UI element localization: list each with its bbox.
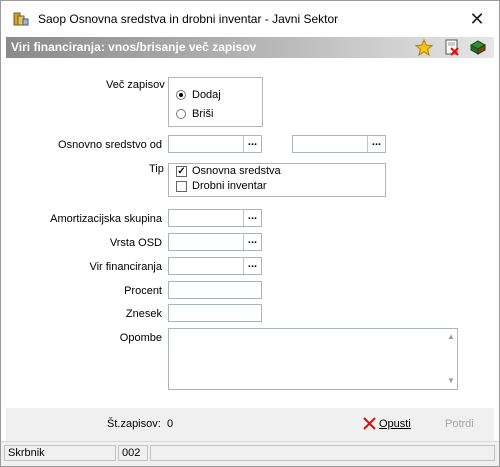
add-radio[interactable] bbox=[176, 90, 186, 100]
small-inventory-checkbox[interactable] bbox=[176, 181, 187, 192]
mode-group bbox=[168, 77, 263, 127]
osd-type-lookup-button[interactable]: ... bbox=[243, 234, 261, 250]
form-header: Viri financiranja: vnos/brisanje več zap… bbox=[6, 37, 494, 58]
status-bar: Skrbnik 002 bbox=[1, 441, 499, 466]
confirm-button[interactable]: Potrdi bbox=[445, 418, 474, 430]
app-icon bbox=[13, 12, 29, 26]
delete-radio[interactable] bbox=[176, 109, 186, 119]
amort-group-label: Amortizacijska skupina bbox=[50, 213, 162, 225]
cancel-button[interactable]: Opusti bbox=[379, 418, 411, 430]
amort-group-field[interactable]: ... bbox=[168, 209, 262, 227]
scroll-up-icon[interactable]: ▲ bbox=[444, 330, 458, 344]
multi-record-label: Več zapisov bbox=[106, 79, 165, 91]
dialog-window: Saop Osnovna sredstva in drobni inventar… bbox=[0, 0, 500, 467]
amount-label: Znesek bbox=[125, 308, 162, 320]
funding-source-lookup-button[interactable]: ... bbox=[243, 258, 261, 274]
osd-type-label: Vrsta OSD bbox=[109, 237, 162, 249]
cancel-icon[interactable] bbox=[363, 417, 376, 430]
scroll-down-icon[interactable]: ▼ bbox=[444, 374, 458, 388]
asset-from-label: Osnovno sredstvo od bbox=[58, 139, 162, 151]
records-count: 0 bbox=[167, 418, 174, 430]
footer-bar: Št.zapisov: 0 Opusti Potrdi bbox=[6, 408, 494, 441]
funding-source-field[interactable]: ... bbox=[168, 257, 262, 275]
notes-label: Opombe bbox=[119, 332, 162, 344]
amort-group-lookup-button[interactable]: ... bbox=[243, 210, 261, 226]
book-icon[interactable] bbox=[469, 39, 487, 56]
type-label: Tip bbox=[149, 163, 164, 175]
status-code: 002 bbox=[118, 445, 148, 461]
add-radio-label[interactable]: Dodaj bbox=[192, 89, 221, 101]
asset-to-lookup-button[interactable]: ... bbox=[367, 136, 385, 152]
asset-from-field[interactable]: ... bbox=[168, 135, 262, 153]
notes-textarea[interactable]: ▲ ▼ bbox=[168, 328, 458, 390]
amount-field[interactable] bbox=[168, 304, 262, 322]
form-area: Več zapisov Dodaj Briši Osnovno sredstvo… bbox=[6, 58, 494, 406]
star-icon[interactable] bbox=[415, 39, 433, 56]
fixed-assets-checkbox[interactable]: ✓ bbox=[176, 166, 187, 177]
status-user: Skrbnik bbox=[4, 445, 116, 461]
asset-from-lookup-button[interactable]: ... bbox=[243, 136, 261, 152]
delete-radio-label[interactable]: Briši bbox=[192, 108, 213, 120]
close-button[interactable]: ✕ bbox=[465, 7, 489, 31]
records-label: Št.zapisov: bbox=[107, 418, 161, 430]
percent-label: Procent bbox=[124, 285, 162, 297]
small-inventory-label[interactable]: Drobni inventar bbox=[192, 180, 267, 192]
delete-document-icon[interactable] bbox=[443, 39, 461, 56]
form-title: Viri financiranja: vnos/brisanje več zap… bbox=[11, 40, 257, 54]
percent-field[interactable] bbox=[168, 281, 262, 299]
title-bar: Saop Osnovna sredstva in drobni inventar… bbox=[1, 1, 499, 37]
window-title: Saop Osnovna sredstva in drobni inventar… bbox=[38, 12, 339, 26]
osd-type-field[interactable]: ... bbox=[168, 233, 262, 251]
funding-source-label: Vir financiranja bbox=[89, 261, 162, 273]
status-message bbox=[150, 445, 495, 461]
fixed-assets-label[interactable]: Osnovna sredstva bbox=[192, 165, 281, 177]
asset-to-field[interactable]: ... bbox=[292, 135, 386, 153]
